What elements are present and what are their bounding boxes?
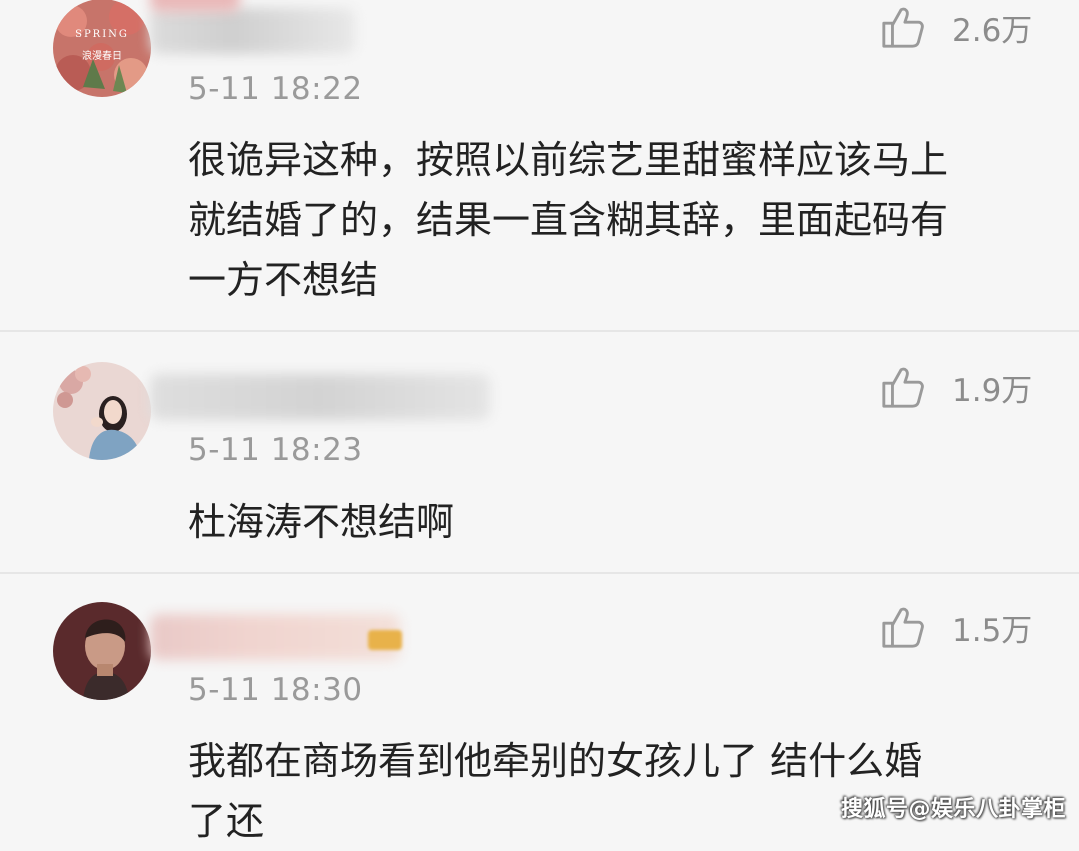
username-redacted bbox=[150, 374, 490, 420]
like-count: 2.6万 bbox=[952, 12, 1033, 49]
thumbs-up-icon bbox=[882, 367, 924, 408]
comment-time: 5-11 18:30 bbox=[188, 672, 363, 708]
comment-item: SPRING 浪漫春日 5-11 18:22 2.6万 很诡异这种，按照以前综艺… bbox=[0, 0, 1079, 330]
avatar[interactable]: SPRING 浪漫春日 bbox=[53, 0, 151, 97]
comment-text: 很诡异这种，按照以前综艺里甜蜜样应该马上 就结婚了的，结果一直含糊其辞，里面起码… bbox=[188, 138, 949, 302]
watermark: 搜狐号@娱乐八卦掌柜 bbox=[841, 797, 1067, 822]
member-badge bbox=[368, 630, 402, 650]
like-button[interactable]: 1.5万 bbox=[880, 602, 1032, 652]
like-button[interactable]: 2.6万 bbox=[880, 2, 1032, 52]
comment-time: 5-11 18:23 bbox=[188, 432, 363, 468]
avatar[interactable] bbox=[53, 602, 151, 700]
username-redacted bbox=[150, 0, 240, 12]
spring-flower-avatar-icon: SPRING 浪漫春日 bbox=[53, 0, 151, 97]
thumbs-up-icon bbox=[882, 7, 924, 48]
man-portrait-avatar-icon bbox=[53, 602, 151, 700]
comment-text: 杜海涛不想结啊 bbox=[188, 500, 455, 544]
username-redacted bbox=[150, 8, 355, 54]
like-count: 1.5万 bbox=[952, 612, 1033, 649]
thumbs-up-icon bbox=[882, 607, 924, 648]
comment-time: 5-11 18:22 bbox=[188, 71, 363, 107]
svg-text:浪漫春日: 浪漫春日 bbox=[82, 49, 122, 62]
comment-item: 5-11 18:23 1.9万 杜海涛不想结啊 bbox=[0, 332, 1079, 572]
like-count: 1.9万 bbox=[952, 372, 1033, 409]
like-button[interactable]: 1.9万 bbox=[880, 362, 1032, 412]
username-redacted bbox=[150, 614, 400, 660]
svg-text:SPRING: SPRING bbox=[75, 29, 129, 40]
girl-portrait-avatar-icon bbox=[53, 362, 151, 460]
avatar[interactable] bbox=[53, 362, 151, 460]
